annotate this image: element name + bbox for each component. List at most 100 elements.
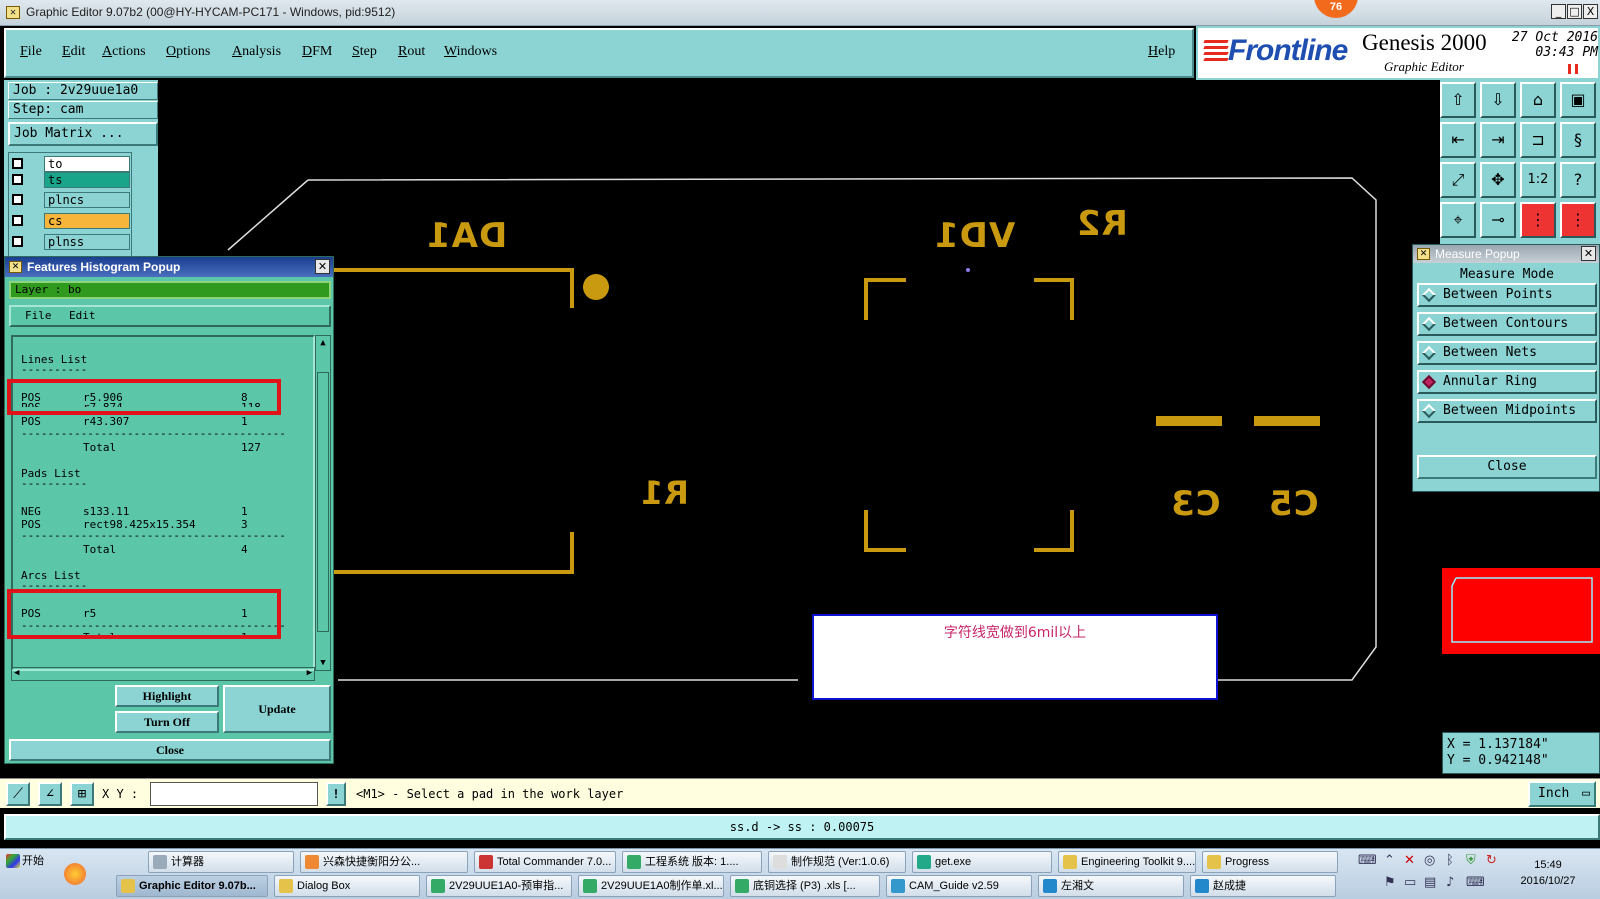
tool-net-icon[interactable]: ⋮ [1520, 202, 1556, 238]
measure-option-annular-ring[interactable]: Annular Ring [1417, 370, 1597, 394]
taskbar-item[interactable]: 2V29UUE1A0制作单.xl... [578, 875, 724, 897]
menu-help[interactable]: Help [1148, 44, 1175, 60]
ime-icon[interactable]: ⌨ [1466, 875, 1485, 890]
pause-icon[interactable] [1568, 64, 1578, 74]
tool-measure-icon[interactable]: ⌖ [1440, 202, 1476, 238]
layer-checkbox[interactable] [12, 215, 23, 226]
measure-close-button[interactable]: Close [1417, 455, 1597, 479]
measure-option-between-points[interactable]: Between Points [1417, 283, 1597, 307]
menu-options[interactable]: Options [166, 44, 210, 60]
radio-diamond-icon[interactable] [1421, 316, 1437, 332]
app-launcher-icon[interactable] [64, 863, 86, 885]
hint-icon[interactable]: ▤ [1424, 875, 1436, 890]
exclaim-button[interactable]: ! [326, 782, 346, 806]
layer-name[interactable]: ts [44, 172, 130, 188]
measure-titlebar[interactable]: Measure Popup [1413, 245, 1599, 263]
layer-name[interactable]: plncs [44, 192, 130, 208]
turn-off-button[interactable]: Turn Off [115, 711, 219, 733]
taskbar-item[interactable]: 左湘文 [1038, 875, 1184, 897]
radio-diamond-icon[interactable] [1421, 287, 1437, 303]
measure-close-icon[interactable]: ✕ [1581, 246, 1596, 261]
measure-option-between-contours[interactable]: Between Contours [1417, 312, 1597, 336]
taskbar-item[interactable]: Dialog Box [274, 875, 420, 897]
taskbar-item-active[interactable]: Graphic Editor 9.07b... [116, 875, 268, 897]
tool-home-icon[interactable]: ⌂ [1520, 82, 1556, 118]
taskbar-item[interactable]: Total Commander 7.0... [474, 851, 616, 873]
tray-expand-icon[interactable]: ⌃ [1384, 853, 1395, 868]
tool-probe-icon[interactable]: ⊸ [1480, 202, 1516, 238]
network-icon[interactable]: ◎ [1424, 853, 1435, 868]
taskbar-item[interactable]: 2V29UUE1A0-预审指... [426, 875, 572, 897]
scroll-left-icon[interactable]: ◀ [14, 668, 19, 678]
grid-icon[interactable]: ⊞ [70, 782, 94, 806]
layer-checkbox[interactable] [12, 174, 23, 185]
menu-analysis[interactable]: Analysis [232, 44, 281, 60]
scroll-down-icon[interactable]: ▼ [318, 658, 328, 668]
snap-icon[interactable]: ⟋ [6, 782, 30, 806]
tool-upload-icon[interactable]: ⇧ [1440, 82, 1476, 118]
taskbar-item[interactable]: 制作规范 (Ver:1.0.6) [768, 851, 906, 873]
layer-checkbox[interactable] [12, 194, 23, 205]
clock[interactable]: 15:49 2016/10/27 [1510, 857, 1586, 889]
taskbar-item[interactable]: 底铜选择 (P3) .xls [... [730, 875, 880, 897]
layer-name[interactable]: to [44, 156, 130, 172]
update-button[interactable]: Update [223, 685, 331, 733]
layer-row-cs[interactable]: cs [12, 213, 130, 229]
menu-rout[interactable]: Rout [398, 44, 425, 60]
display-icon[interactable]: ▭ [1404, 875, 1416, 890]
taskbar-item[interactable]: get.exe [912, 851, 1052, 873]
tray-close-icon[interactable]: ✕ [1404, 853, 1415, 868]
keyboard-icon[interactable]: ⌨ [1358, 853, 1377, 868]
taskbar-item[interactable]: 计算器 [148, 851, 294, 873]
tool-out-icon[interactable]: ⇥ [1480, 122, 1516, 158]
close-window-button[interactable]: X [1583, 4, 1598, 19]
layer-name[interactable]: plnss [44, 234, 130, 250]
tool-in-icon[interactable]: ⇤ [1440, 122, 1476, 158]
taskbar-item[interactable]: 工程系统 版本: 1.... [622, 851, 762, 873]
minimize-button[interactable]: _ [1551, 4, 1566, 19]
layer-checkbox[interactable] [12, 236, 23, 247]
measure-option-between-nets[interactable]: Between Nets [1417, 341, 1597, 365]
layer-name[interactable]: cs [44, 213, 130, 229]
layer-row-ts[interactable]: ts [12, 172, 130, 188]
highlight-button[interactable]: Highlight [115, 685, 219, 707]
taskbar-item[interactable]: Progress [1202, 851, 1338, 873]
refresh-icon[interactable]: ↻ [1486, 853, 1497, 868]
taskbar-item[interactable]: Engineering Toolkit 9.... [1058, 851, 1196, 873]
scroll-thumb[interactable] [317, 372, 329, 632]
radio-diamond-icon[interactable] [1421, 345, 1437, 361]
layer-row-plnss[interactable]: plnss [12, 234, 130, 250]
layer-row-plncs[interactable]: plncs [12, 192, 130, 208]
volume-icon[interactable]: ♪ [1446, 875, 1454, 890]
shield-icon[interactable]: ⛨ [1466, 853, 1476, 868]
tool-pan-icon[interactable]: ✥ [1480, 162, 1516, 198]
histogram-menu-edit[interactable]: Edit [69, 307, 96, 325]
tool-ratio-icon[interactable]: 1:2 [1520, 162, 1556, 198]
graphic-canvas[interactable]: DA1 VD1 R2 R1 C3 C5 字符线宽做到6mil以上 [158, 80, 1440, 763]
taskbar-item[interactable]: 兴森快捷衡阳分公... [300, 851, 468, 873]
taskbar-item[interactable]: 赵成捷 [1190, 875, 1336, 897]
job-matrix-button[interactable]: Job Matrix ... [8, 122, 158, 146]
scroll-up-icon[interactable]: ▲ [318, 338, 328, 348]
maximize-button[interactable]: □ [1567, 4, 1582, 19]
tool-window-icon[interactable]: ▣ [1560, 82, 1596, 118]
radio-diamond-icon[interactable] [1421, 403, 1437, 419]
tool-fit-icon[interactable]: ⊐ [1520, 122, 1556, 158]
flag-icon[interactable]: ⚑ [1384, 875, 1396, 890]
tool-download-icon[interactable]: ⇩ [1480, 82, 1516, 118]
start-button[interactable]: 开始 [2, 851, 50, 873]
scroll-right-icon[interactable]: ▶ [307, 668, 312, 678]
histogram-menu-file[interactable]: File [25, 307, 52, 325]
menu-edit[interactable]: Edit [62, 44, 85, 60]
tool-net2-icon[interactable]: ⋮ [1560, 202, 1596, 238]
bluetooth-icon[interactable]: ᛒ [1446, 853, 1454, 868]
tool-expand-icon[interactable]: ⤢ [1440, 162, 1476, 198]
histogram-titlebar[interactable]: Features Histogram Popup [5, 257, 333, 277]
angle-icon[interactable]: ∠ [38, 782, 62, 806]
histogram-vscrollbar[interactable]: ▲ ▼ [315, 335, 331, 671]
menu-file[interactable]: File [20, 44, 42, 60]
menu-step[interactable]: Step [352, 44, 377, 60]
layer-row-to[interactable]: to [12, 156, 130, 172]
histogram-hscrollbar[interactable]: ◀ ▶ [11, 667, 315, 681]
overview-thumbnail[interactable] [1442, 568, 1600, 654]
